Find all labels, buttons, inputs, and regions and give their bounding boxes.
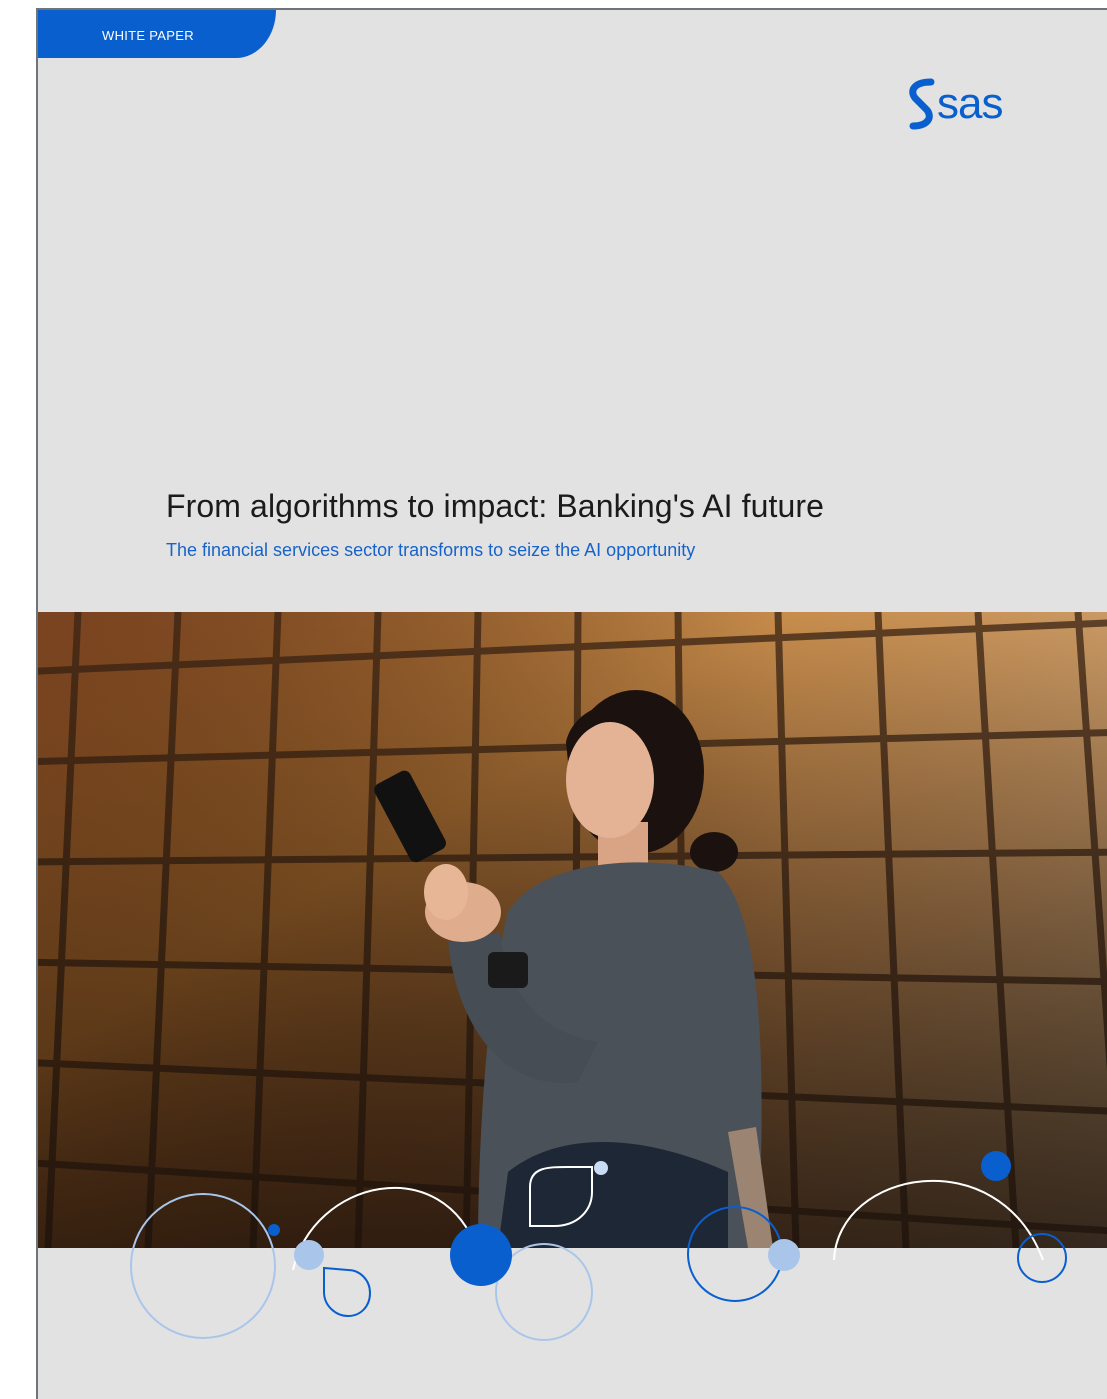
document-type-label: WHITE PAPER bbox=[38, 10, 276, 58]
page-title: From algorithms to impact: Banking's AI … bbox=[166, 488, 825, 524]
page-subtitle: The financial services sector transforms… bbox=[166, 540, 696, 560]
decorative-circles bbox=[130, 1151, 1067, 1341]
dot-small-light bbox=[594, 1161, 608, 1175]
dot-light-right bbox=[768, 1239, 800, 1271]
document-page: WHITE PAPER sas From algorithms to impac… bbox=[36, 8, 1107, 1399]
arc-right bbox=[833, 1179, 1044, 1261]
droplet-outline-shape bbox=[323, 1266, 372, 1318]
sas-logo: sas bbox=[909, 78, 1003, 130]
leaf-outline-shape bbox=[529, 1166, 593, 1227]
sas-logo-text: sas bbox=[937, 79, 1002, 128]
dot-light-left bbox=[294, 1240, 324, 1270]
dot-small-blue bbox=[268, 1224, 280, 1236]
outline-circle-blue bbox=[687, 1206, 783, 1302]
dot-blue-right bbox=[981, 1151, 1011, 1181]
outline-circle-large-left bbox=[130, 1193, 276, 1339]
dot-large-blue bbox=[450, 1224, 512, 1286]
